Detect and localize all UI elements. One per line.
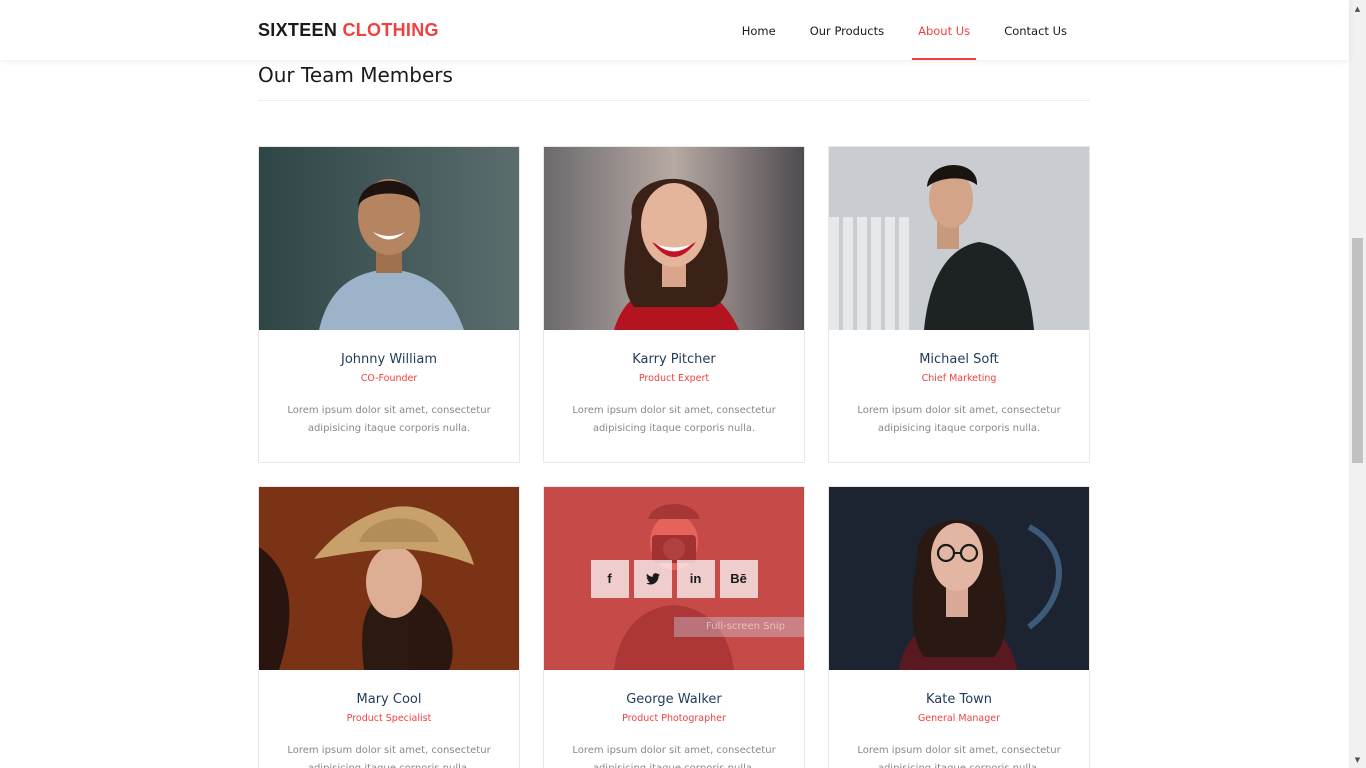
member-role: Product Specialist	[346, 713, 432, 724]
member-photo	[829, 147, 1089, 330]
member-info: Johnny William CO-Founder Lorem ipsum do…	[259, 330, 519, 462]
brand-main: SIXTEEN	[258, 20, 338, 40]
member-name: George Walker	[626, 692, 722, 707]
member-description: Lorem ipsum dolor sit amet, consectetur …	[857, 745, 1061, 768]
member-photo	[544, 147, 804, 330]
site-header: SIXTEEN CLOTHING Home Our Products About…	[0, 0, 1349, 60]
member-info: Mary Cool Product Specialist Lorem ipsum…	[259, 670, 519, 768]
member-role: Product Expert	[638, 373, 710, 384]
member-description: Lorem ipsum dolor sit amet, consectetur …	[287, 405, 491, 434]
scroll-down-arrow-icon[interactable]: ▼	[1349, 751, 1366, 768]
member-name: Johnny William	[341, 352, 437, 367]
section-divider	[258, 100, 1090, 101]
team-card: Kate Town General Manager Lorem ipsum do…	[828, 486, 1090, 768]
member-name: Mary Cool	[356, 692, 422, 707]
facebook-icon[interactable]: f	[590, 559, 629, 598]
team-card[interactable]: f in Bē Full-screen Snip George Walker P…	[543, 486, 805, 768]
nav-our-products[interactable]: Our Products	[804, 0, 890, 60]
member-photo	[829, 487, 1089, 670]
fullscreen-snip-tooltip: Full-screen Snip	[674, 617, 804, 637]
member-info: George Walker Product Photographer Lorem…	[544, 670, 804, 768]
member-role: Product Photographer	[622, 713, 726, 724]
team-card: Mary Cool Product Specialist Lorem ipsum…	[258, 486, 520, 768]
member-role: Chief Marketing	[921, 373, 997, 384]
main-nav: Home Our Products About Us Contact Us	[714, 0, 1073, 60]
section-title: Our Team Members	[258, 63, 453, 87]
twitter-icon[interactable]	[633, 559, 672, 598]
nav-home[interactable]: Home	[736, 0, 782, 60]
member-name: Michael Soft	[919, 352, 999, 367]
brand-logo[interactable]: SIXTEEN CLOTHING	[258, 20, 439, 41]
team-card: Michael Soft Chief Marketing Lorem ipsum…	[828, 146, 1090, 463]
member-role: General Manager	[917, 713, 1001, 724]
scroll-thumb[interactable]	[1352, 238, 1363, 463]
nav-contact-us[interactable]: Contact Us	[998, 0, 1073, 60]
member-description: Lorem ipsum dolor sit amet, consectetur …	[572, 405, 776, 434]
team-card: Johnny William CO-Founder Lorem ipsum do…	[258, 146, 520, 463]
member-info: Kate Town General Manager Lorem ipsum do…	[829, 670, 1089, 768]
member-info: Michael Soft Chief Marketing Lorem ipsum…	[829, 330, 1089, 462]
member-info: Karry Pitcher Product Expert Lorem ipsum…	[544, 330, 804, 462]
team-card: Karry Pitcher Product Expert Lorem ipsum…	[543, 146, 805, 463]
member-description: Lorem ipsum dolor sit amet, consectetur …	[287, 745, 491, 768]
member-photo	[259, 487, 519, 670]
member-name: Kate Town	[925, 692, 993, 707]
social-overlay: f in Bē	[544, 487, 804, 670]
member-name: Karry Pitcher	[632, 352, 716, 367]
behance-icon[interactable]: Bē	[719, 559, 758, 598]
member-description: Lorem ipsum dolor sit amet, consectetur …	[572, 745, 776, 768]
member-description: Lorem ipsum dolor sit amet, consectetur …	[857, 405, 1061, 434]
member-photo	[259, 147, 519, 330]
scroll-up-arrow-icon[interactable]: ▲	[1349, 0, 1366, 17]
member-photo: f in Bē Full-screen Snip	[544, 487, 804, 670]
member-role: CO-Founder	[360, 373, 418, 384]
nav-about-us[interactable]: About Us	[912, 0, 977, 60]
page-scrollbar[interactable]: ▲ ▼	[1349, 0, 1366, 768]
brand-accent: CLOTHING	[342, 20, 439, 40]
linkedin-icon[interactable]: in	[676, 559, 715, 598]
